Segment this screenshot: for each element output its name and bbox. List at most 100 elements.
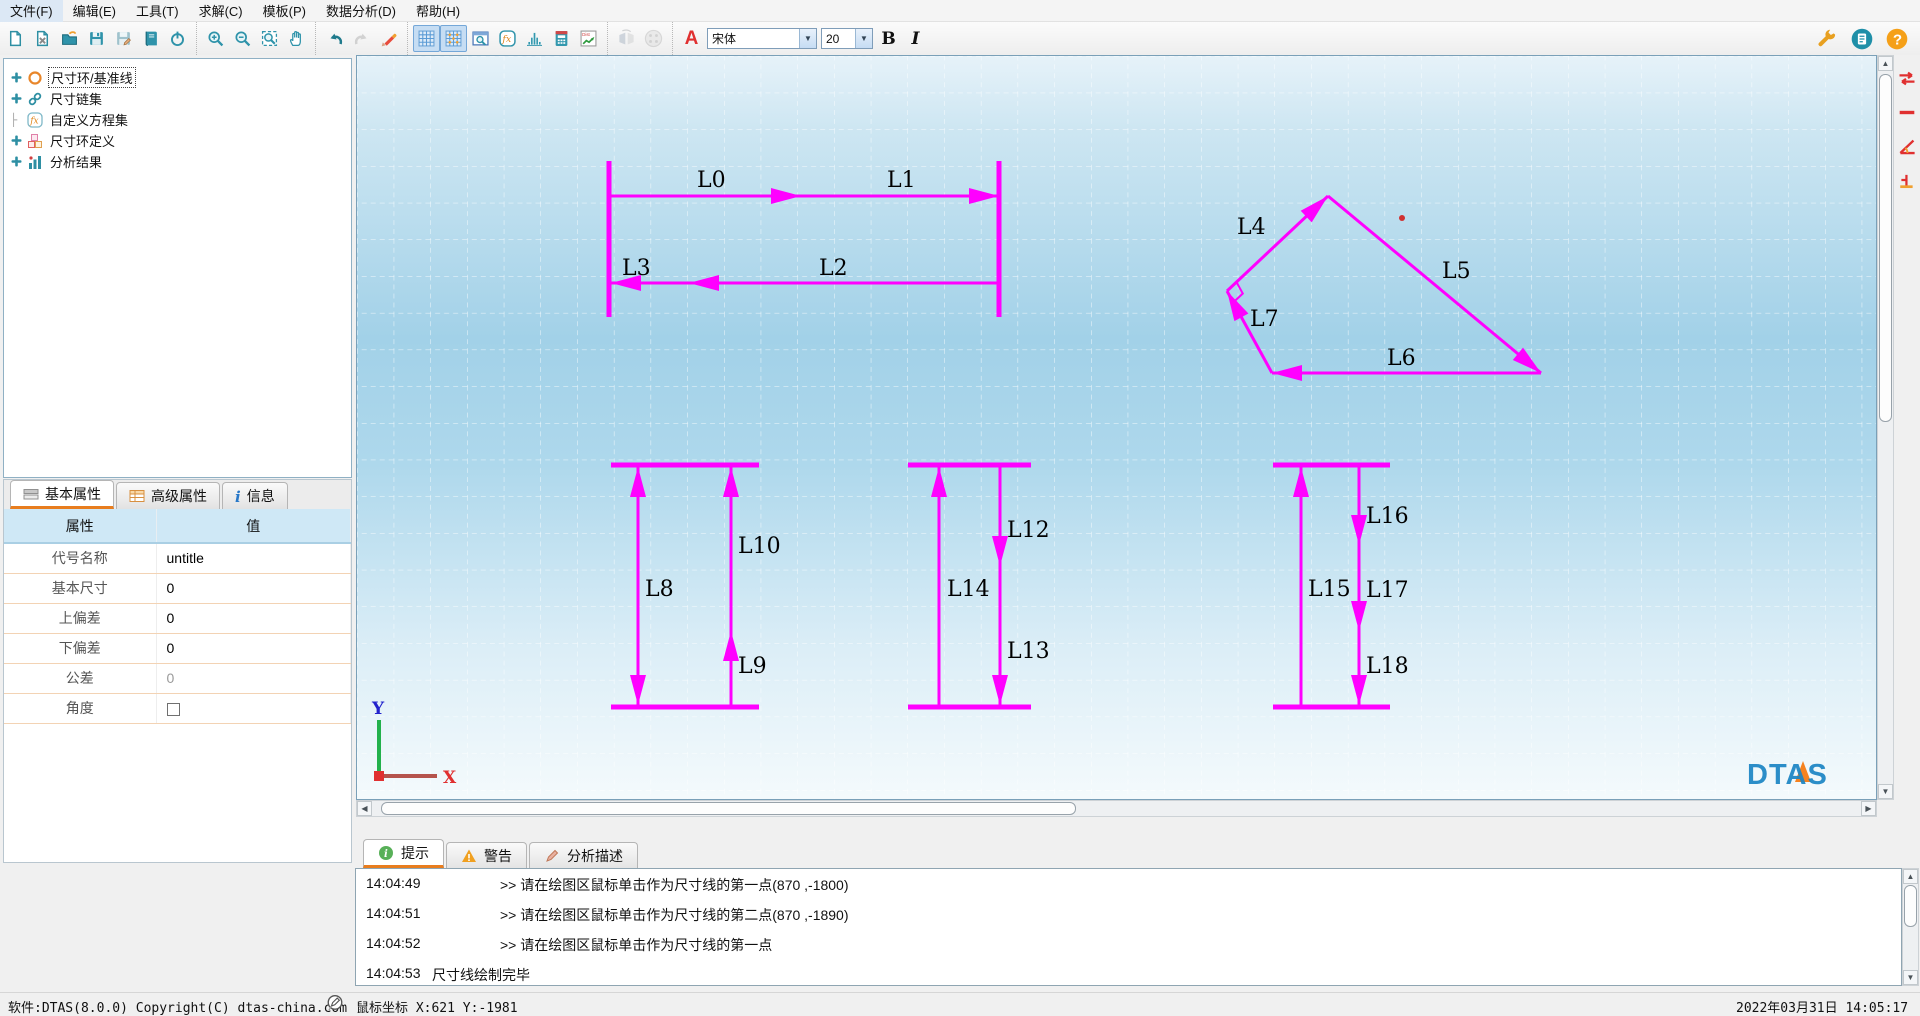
dimension-label[interactable]: L5 [1442, 259, 1471, 284]
dimension-label[interactable]: L14 [947, 577, 990, 602]
expand-icon[interactable] [10, 72, 22, 84]
tab-info[interactable]: i 信息 [222, 482, 288, 509]
tab-advanced-properties[interactable]: 高级属性 [116, 482, 220, 509]
tab-warnings[interactable]: 警告 [446, 842, 527, 868]
tab-hints[interactable]: i 提示 [363, 839, 444, 868]
undo-button[interactable] [321, 25, 348, 52]
horizontal-dimension-button[interactable] [1896, 101, 1918, 123]
expand-icon[interactable] [10, 93, 22, 105]
hole-pattern-button[interactable] [640, 25, 667, 52]
preview-button[interactable] [467, 25, 494, 52]
dimension-label[interactable]: L2 [819, 256, 848, 281]
dimension-label[interactable]: L9 [738, 654, 767, 679]
prop-value[interactable]: 0 [156, 603, 351, 633]
menu-tools[interactable]: 工具(T) [126, 0, 189, 22]
tree-item-label[interactable]: 分析结果 [48, 152, 104, 171]
redo-button[interactable] [348, 25, 375, 52]
save-as-button[interactable] [110, 25, 137, 52]
swap-direction-button[interactable] [1896, 67, 1918, 89]
save-button[interactable] [83, 25, 110, 52]
message-scroll-thumb[interactable] [1904, 885, 1917, 927]
dimension-label[interactable]: L13 [1007, 639, 1050, 664]
new-file-button[interactable] [2, 25, 29, 52]
menu-help[interactable]: 帮助(H) [406, 0, 470, 22]
dimension-label[interactable]: L6 [1387, 346, 1416, 371]
menu-edit[interactable]: 编辑(E) [63, 0, 126, 22]
tree-item-analysis-results[interactable]: 分析结果 [10, 151, 347, 172]
dimension-label[interactable]: L12 [1007, 518, 1050, 543]
tree-item-dimension-chain-set[interactable]: 尺寸链集 [10, 88, 347, 109]
distribution-button[interactable]: Dist [575, 25, 602, 52]
dimension-label[interactable]: L18 [1366, 654, 1409, 679]
exit-button[interactable] [164, 25, 191, 52]
vertical-scroll-thumb[interactable] [1879, 74, 1892, 422]
dimension-label[interactable]: L4 [1237, 215, 1266, 240]
expand-icon[interactable] [10, 156, 22, 168]
scroll-left-icon[interactable]: ◀ [357, 801, 372, 816]
font-color-button[interactable]: A [678, 25, 705, 52]
bold-button[interactable]: B [875, 25, 902, 52]
expand-icon[interactable] [10, 135, 22, 147]
message-list[interactable]: 14:04:49 >> 请在绘图区鼠标单击作为尺寸线的第一点(870 ,-180… [355, 868, 1902, 986]
dimension-label[interactable]: L1 [887, 168, 916, 193]
grid-button[interactable] [413, 25, 440, 52]
chevron-down-icon[interactable]: ▼ [855, 29, 872, 48]
report-button[interactable] [137, 25, 164, 52]
zoom-out-button[interactable] [229, 25, 256, 52]
dimension-label[interactable]: L10 [738, 534, 781, 559]
settings-button[interactable] [1813, 25, 1840, 52]
close-file-button[interactable] [29, 25, 56, 52]
tree-item-dimension-loop-baseline[interactable]: 尺寸环/基准线 [10, 67, 347, 88]
dimension-label[interactable]: L16 [1366, 504, 1409, 529]
zoom-in-button[interactable] [202, 25, 229, 52]
tree-item-label[interactable]: 尺寸环/基准线 [48, 67, 136, 88]
tree-item-label[interactable]: 尺寸环定义 [48, 131, 117, 150]
horizontal-scroll-thumb[interactable] [381, 802, 1076, 815]
canvas-horizontal-scrollbar[interactable]: ◀ ▶ [356, 800, 1877, 817]
scroll-up-icon[interactable]: ▲ [1903, 869, 1918, 884]
angle-dimension-button[interactable] [1896, 135, 1918, 157]
dimension-label[interactable]: L8 [645, 577, 674, 602]
calculator-button[interactable] [548, 25, 575, 52]
tree-item-dimension-loop-definition[interactable]: 尺寸环定义 [10, 130, 347, 151]
font-family-select[interactable]: 宋体 ▼ [707, 28, 817, 49]
help-button[interactable]: ? [1883, 25, 1910, 52]
angle-checkbox[interactable] [167, 703, 180, 716]
perpendicular-dimension-button[interactable] [1896, 169, 1918, 191]
menu-data-analysis[interactable]: 数据分析(D) [316, 0, 406, 22]
scroll-up-icon[interactable]: ▲ [1878, 56, 1893, 71]
dimension-label[interactable]: L3 [622, 256, 651, 281]
tab-basic-properties[interactable]: 基本属性 [10, 480, 114, 509]
scroll-down-icon[interactable]: ▼ [1903, 970, 1918, 985]
tab-analysis-description[interactable]: 分析描述 [529, 842, 638, 868]
message-scrollbar[interactable]: ▲ ▼ [1902, 868, 1919, 986]
function-editor-button[interactable]: fx [494, 25, 521, 52]
notes-button[interactable] [1848, 25, 1875, 52]
format-brush-button[interactable] [375, 25, 402, 52]
dimension-label[interactable]: L7 [1250, 307, 1279, 332]
dimension-label[interactable]: L17 [1366, 578, 1409, 603]
pan-button[interactable] [283, 25, 310, 52]
tree-item-custom-equations[interactable]: ├ fx 自定义方程集 [10, 109, 347, 130]
prop-value[interactable]: 0 [156, 633, 351, 663]
scroll-down-icon[interactable]: ▼ [1878, 784, 1893, 799]
canvas-vertical-scrollbar[interactable]: ▲ ▼ [1877, 55, 1894, 800]
prop-value[interactable]: 0 [156, 573, 351, 603]
dimension-label[interactable]: L15 [1308, 577, 1351, 602]
drawing-area[interactable]: L0 L1 L2 L3 L4 L5 L6 L7 L8 L9 L10 [356, 55, 1877, 800]
italic-button[interactable]: I [902, 25, 929, 52]
open-file-button[interactable] [56, 25, 83, 52]
grid-points-button[interactable] [440, 25, 467, 52]
tree-item-label[interactable]: 尺寸链集 [48, 89, 104, 108]
drawing-canvas[interactable]: L0 L1 L2 L3 L4 L5 L6 L7 L8 L9 L10 [357, 56, 1876, 799]
menu-file[interactable]: 文件(F) [0, 0, 63, 22]
menu-template[interactable]: 模板(P) [253, 0, 316, 22]
prop-value[interactable]: untitle [156, 543, 351, 573]
scroll-right-icon[interactable]: ▶ [1861, 801, 1876, 816]
zoom-window-button[interactable] [256, 25, 283, 52]
chevron-down-icon[interactable]: ▼ [799, 29, 816, 48]
dimension-label[interactable]: L0 [697, 168, 726, 193]
font-size-select[interactable]: 20 ▼ [821, 28, 873, 49]
menu-solve[interactable]: 求解(C) [189, 0, 253, 22]
tree-item-label[interactable]: 自定义方程集 [48, 110, 130, 129]
